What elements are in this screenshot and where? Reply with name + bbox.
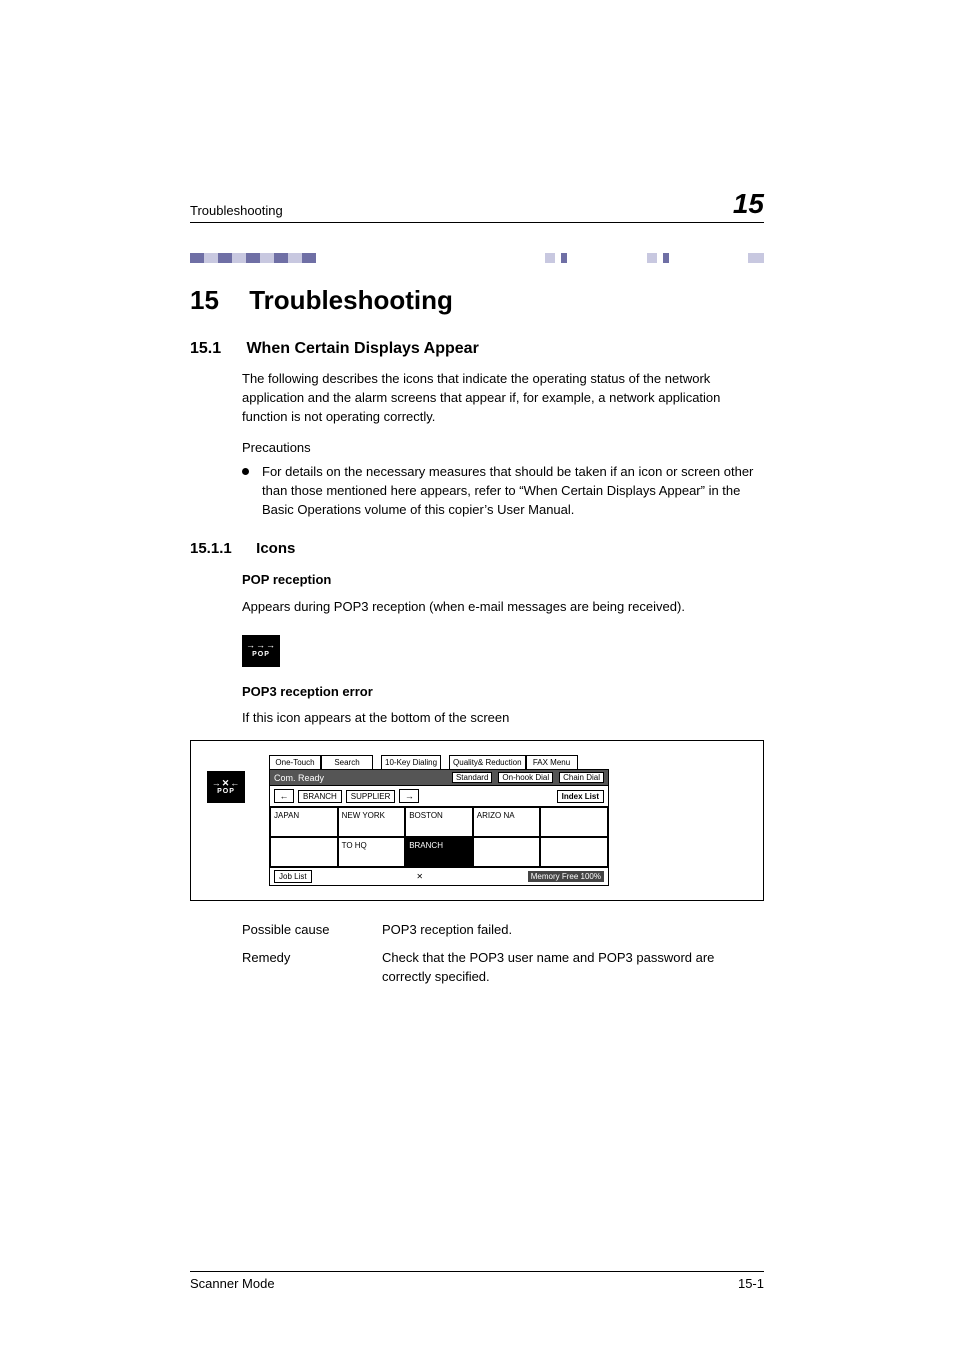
chapter-title: Troubleshooting (249, 285, 453, 315)
dial-cell[interactable] (270, 837, 338, 867)
pop-icon-arrows: →→→ (246, 641, 276, 650)
fax-tabs: One-Touch Search 10-Key Dialing Quality&… (269, 755, 609, 769)
section-intro: The following describes the icons that i… (242, 370, 764, 427)
job-list-button[interactable]: Job List (274, 870, 312, 883)
fax-footer: Job List ✕ Memory Free 100% (269, 868, 609, 886)
pop-error-icon: →✕← POP (207, 771, 245, 803)
memory-badge: Memory Free 100% (528, 871, 604, 882)
tab-quality[interactable]: Quality& Reduction (449, 755, 525, 769)
pop-error-arrows: →✕← (212, 779, 241, 788)
cause-label: Possible cause (242, 921, 382, 939)
fax-status-bar: Com. Ready Standard On-hook Dial Chain D… (269, 769, 609, 786)
index-list-button[interactable]: Index List (557, 790, 604, 803)
dial-cell[interactable]: NEW YORK (338, 807, 406, 837)
subsection-heading: 15.1.1 Icons (190, 540, 764, 557)
remedy-value: Check that the POP3 user name and POP3 p… (382, 949, 764, 985)
group-supplier[interactable]: SUPPLIER (346, 790, 396, 803)
section-number: 15.1 (190, 340, 242, 358)
pill-onhook[interactable]: On-hook Dial (498, 772, 553, 783)
dial-cell[interactable]: ARIZO NA (473, 807, 541, 837)
footer-pop-icon: ✕ (416, 872, 423, 881)
pop-error-text: If this icon appears at the bottom of th… (242, 709, 764, 728)
dial-cell-selected[interactable]: BRANCH (405, 837, 473, 867)
dial-cell[interactable] (540, 807, 608, 837)
dial-cell[interactable]: TO HQ (338, 837, 406, 867)
pop-error-label: POP (217, 788, 235, 795)
section-title: When Certain Displays Appear (246, 340, 478, 357)
fax-panel: One-Touch Search 10-Key Dialing Quality&… (269, 755, 609, 886)
group-branch[interactable]: BRANCH (298, 790, 342, 803)
dial-cell[interactable] (473, 837, 541, 867)
tab-one-touch[interactable]: One-Touch (269, 755, 321, 769)
chapter-number: 15 (190, 285, 242, 316)
subsection-title: Icons (256, 540, 295, 557)
pop-icon-label: POP (252, 650, 270, 660)
dial-cell[interactable]: BOSTON (405, 807, 473, 837)
pop-error-heading: POP3 reception error (242, 683, 764, 702)
section-heading: 15.1 When Certain Displays Appear (190, 340, 764, 358)
subsection-number: 15.1.1 (190, 540, 252, 557)
footer-page-number: 15-1 (738, 1276, 764, 1291)
precautions-label: Precautions (242, 439, 764, 458)
precaution-item: For details on the necessary measures th… (242, 463, 764, 520)
footer-left: Scanner Mode (190, 1276, 275, 1291)
tab-search[interactable]: Search (321, 755, 373, 769)
fax-nav-row: ← BRANCH SUPPLIER → Index List (269, 786, 609, 807)
decorative-stripes (190, 253, 764, 263)
nav-right-icon[interactable]: → (399, 789, 419, 803)
running-header: Troubleshooting 15 (190, 190, 764, 223)
pill-standard[interactable]: Standard (452, 772, 492, 783)
page-footer: Scanner Mode 15-1 (190, 1271, 764, 1291)
dial-cell[interactable] (540, 837, 608, 867)
remedy-label: Remedy (242, 949, 382, 985)
running-title: Troubleshooting (190, 203, 283, 218)
screen-example-frame: →✕← POP One-Touch Search 10-Key Dialing … (190, 740, 764, 901)
tab-fax-menu[interactable]: FAX Menu (526, 755, 578, 769)
precautions-list: For details on the necessary measures th… (242, 463, 764, 520)
pop-reception-text: Appears during POP3 reception (when e-ma… (242, 598, 764, 617)
pop-reception-heading: POP reception (242, 571, 764, 590)
dial-cell[interactable]: JAPAN (270, 807, 338, 837)
chapter-number-badge: 15 (733, 190, 764, 218)
tab-10key[interactable]: 10-Key Dialing (381, 755, 441, 769)
pop-reception-icon: →→→ POP (242, 635, 280, 667)
speed-dial-grid: JAPAN NEW YORK BOSTON ARIZO NA TO HQ BRA… (269, 807, 609, 868)
nav-left-icon[interactable]: ← (274, 789, 294, 803)
status-ready: Com. Ready (274, 773, 324, 783)
chapter-heading: 15 Troubleshooting (190, 285, 764, 316)
cause-value: POP3 reception failed. (382, 921, 764, 939)
diagnosis-table: Possible cause POP3 reception failed. Re… (242, 921, 764, 986)
pill-chain[interactable]: Chain Dial (559, 772, 604, 783)
